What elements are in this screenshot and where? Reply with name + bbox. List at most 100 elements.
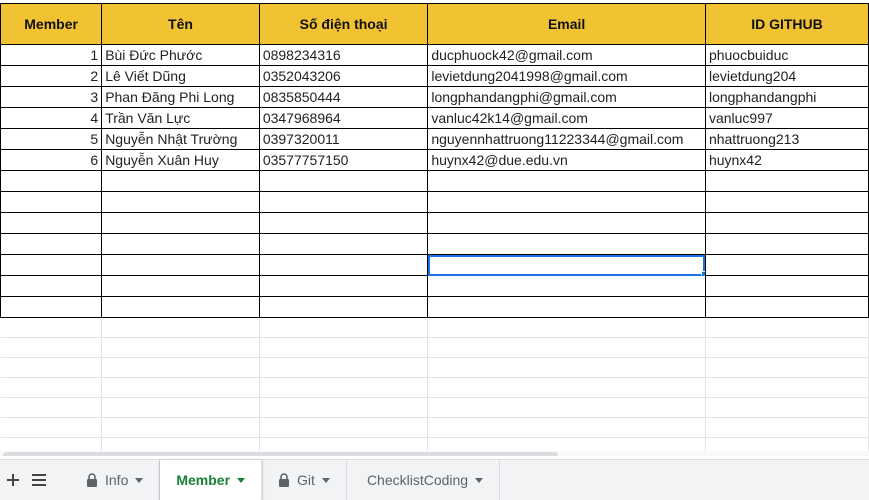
- table-cell[interactable]: [0, 357, 103, 378]
- table-cell[interactable]: nhattruong213: [704, 128, 869, 150]
- table-row[interactable]: [0, 296, 869, 318]
- table-cell[interactable]: [427, 233, 706, 255]
- table-cell[interactable]: [427, 417, 706, 438]
- tab-member[interactable]: Member: [160, 460, 263, 500]
- plus-icon[interactable]: [0, 460, 26, 500]
- table-cell[interactable]: [259, 337, 429, 358]
- table-cell[interactable]: ducphuock42@gmail.com: [427, 44, 706, 66]
- header-phone[interactable]: Số điện thoại: [258, 3, 429, 45]
- table-cell[interactable]: 4: [0, 107, 103, 129]
- table-cell[interactable]: [258, 212, 429, 234]
- table-cell[interactable]: Phan Đăng Phi Long: [101, 86, 260, 108]
- table-cell[interactable]: [0, 377, 103, 398]
- table-row[interactable]: [0, 170, 869, 192]
- table-cell[interactable]: [427, 275, 706, 297]
- fill-handle[interactable]: [700, 271, 705, 275]
- table-cell[interactable]: [101, 397, 260, 418]
- table-row[interactable]: [0, 377, 869, 398]
- table-cell[interactable]: [258, 233, 429, 255]
- spreadsheet-grid[interactable]: Member Tên Số điện thoại Email ID GITHUB…: [0, 0, 869, 456]
- table-cell[interactable]: [705, 397, 869, 418]
- table-row[interactable]: [0, 337, 869, 358]
- table-cell[interactable]: vanluc42k14@gmail.com: [427, 107, 706, 129]
- caret-down-icon[interactable]: [237, 477, 246, 483]
- table-cell[interactable]: Bùi Đức Phước: [101, 44, 260, 66]
- header-github[interactable]: ID GITHUB: [704, 3, 869, 45]
- table-cell[interactable]: [427, 397, 706, 418]
- header-member[interactable]: Member: [0, 3, 103, 45]
- table-cell[interactable]: Nguyễn Xuân Huy: [101, 149, 260, 171]
- tab-info[interactable]: Info: [70, 460, 161, 500]
- table-cell[interactable]: 5: [0, 128, 103, 150]
- table-cell[interactable]: [101, 377, 260, 398]
- table-row[interactable]: [0, 397, 869, 418]
- table-cell[interactable]: [427, 170, 706, 192]
- table-cell[interactable]: [101, 170, 260, 192]
- menu-icon[interactable]: [26, 460, 52, 500]
- table-cell[interactable]: [0, 254, 103, 276]
- table-cell[interactable]: [101, 337, 260, 358]
- caret-down-icon[interactable]: [475, 477, 484, 483]
- table-cell[interactable]: [101, 191, 260, 213]
- table-cell[interactable]: [427, 254, 706, 276]
- table-cell[interactable]: [259, 417, 429, 438]
- table-cell[interactable]: [0, 233, 103, 255]
- tab-git[interactable]: Git: [262, 460, 347, 500]
- table-cell[interactable]: [705, 337, 869, 358]
- table-cell[interactable]: [427, 357, 706, 378]
- table-cell[interactable]: [705, 357, 869, 378]
- table-cell[interactable]: [101, 417, 260, 438]
- table-cell[interactable]: 6: [0, 149, 103, 171]
- table-cell[interactable]: [101, 275, 260, 297]
- scrollbar-thumb[interactable]: [3, 452, 558, 456]
- table-cell[interactable]: [0, 417, 103, 438]
- table-cell[interactable]: [704, 233, 869, 255]
- table-cell[interactable]: huynx42: [704, 149, 869, 171]
- table-cell[interactable]: levietdung204: [704, 65, 869, 87]
- table-cell[interactable]: [705, 417, 869, 438]
- table-cell[interactable]: [259, 357, 429, 378]
- table-row[interactable]: [0, 357, 869, 378]
- table-cell[interactable]: [0, 275, 103, 297]
- table-cell[interactable]: [258, 170, 429, 192]
- table-cell[interactable]: [101, 296, 260, 318]
- table-cell[interactable]: [427, 212, 706, 234]
- table-cell[interactable]: 03577757150: [258, 149, 429, 171]
- table-cell[interactable]: huynx42@due.edu.vn: [427, 149, 706, 171]
- table-cell[interactable]: [0, 317, 103, 338]
- table-row[interactable]: [0, 191, 869, 213]
- table-cell[interactable]: [258, 296, 429, 318]
- table-cell[interactable]: [704, 275, 869, 297]
- table-cell[interactable]: 0352043206: [258, 65, 429, 87]
- table-cell[interactable]: [101, 357, 260, 378]
- table-row[interactable]: 2 Lê Viết Dũng 0352043206 levietdung2041998…: [0, 65, 869, 87]
- table-cell[interactable]: [704, 296, 869, 318]
- table-cell[interactable]: Nguyễn Nhật Trường: [101, 128, 260, 150]
- tab-checklistcoding[interactable]: ChecklistCoding: [347, 460, 501, 500]
- table-row[interactable]: [0, 254, 869, 276]
- table-cell[interactable]: 0835850444: [258, 86, 429, 108]
- table-row[interactable]: [0, 233, 869, 255]
- table-cell[interactable]: [101, 212, 260, 234]
- header-name[interactable]: Tên: [101, 3, 260, 45]
- horizontal-scrollbar[interactable]: [0, 451, 869, 456]
- data-table[interactable]: Member Tên Số điện thoại Email ID GITHUB…: [0, 3, 869, 456]
- table-row[interactable]: [0, 317, 869, 338]
- table-cell[interactable]: Lê Viết Dũng: [101, 65, 260, 87]
- table-cell[interactable]: 1: [0, 44, 103, 66]
- table-cell[interactable]: 2: [0, 65, 103, 87]
- table-cell[interactable]: longphandangphi: [704, 86, 869, 108]
- table-cell[interactable]: [0, 397, 103, 418]
- table-cell[interactable]: [427, 317, 706, 338]
- table-row[interactable]: 5 Nguyễn Nhật Trường 0397320011 nguyennhatt…: [0, 128, 869, 150]
- table-cell[interactable]: [427, 191, 706, 213]
- table-row[interactable]: [0, 212, 869, 234]
- table-row[interactable]: 1 Bùi Đức Phước 0898234316 ducphuock42@gmai…: [0, 44, 869, 66]
- table-cell[interactable]: [427, 337, 706, 358]
- table-cell[interactable]: Trần Văn Lực: [101, 107, 260, 129]
- table-cell[interactable]: [705, 377, 869, 398]
- table-cell[interactable]: 0898234316: [258, 44, 429, 66]
- table-cell[interactable]: [258, 191, 429, 213]
- table-row[interactable]: [0, 417, 869, 438]
- table-cell[interactable]: [259, 377, 429, 398]
